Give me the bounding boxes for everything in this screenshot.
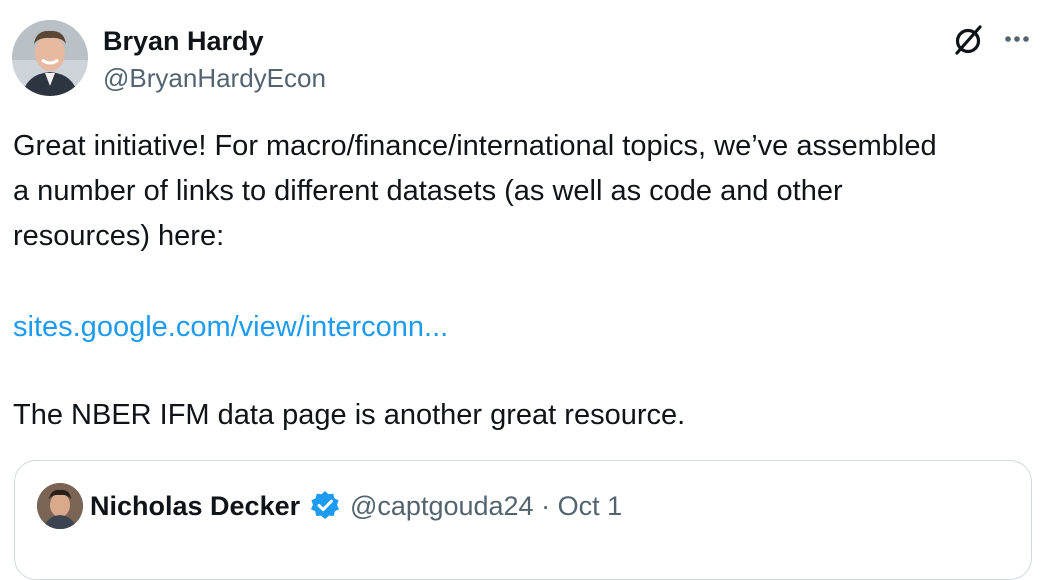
verified-badge-icon	[308, 489, 342, 523]
quoted-date[interactable]: Oct 1	[558, 491, 623, 521]
author-name[interactable]: Bryan Hardy	[103, 24, 264, 58]
tweet-text-line: a number of links to different datasets …	[13, 175, 843, 207]
quoted-meta: @captgouda24 · Oct 1	[350, 489, 622, 523]
tweet: Bryan Hardy @BryanHardyEcon Great initia…	[0, 0, 1046, 580]
quoted-tweet-card[interactable]: Nicholas Decker @captgouda24 · Oct 1	[14, 460, 1032, 580]
quoted-author-avatar[interactable]	[37, 483, 83, 529]
tweet-text-line: resources) here:	[13, 220, 225, 252]
more-options-icon[interactable]	[998, 24, 1036, 56]
grok-icon[interactable]	[950, 22, 986, 58]
quoted-author-name[interactable]: Nicholas Decker	[90, 489, 300, 523]
author-avatar[interactable]	[12, 20, 88, 96]
meta-separator: ·	[541, 491, 551, 521]
author-handle[interactable]: @BryanHardyEcon	[103, 61, 326, 95]
tweet-link[interactable]: sites.google.com/view/interconn...	[13, 305, 448, 350]
author-avatar-image	[12, 20, 88, 96]
tweet-text-line: Great initiative! For macro/finance/inte…	[13, 130, 937, 162]
tweet-closing-text: The NBER IFM data page is another great …	[13, 399, 686, 431]
tweet-text: Great initiative! For macro/finance/inte…	[13, 124, 1038, 259]
quoted-author-handle[interactable]: @captgouda24	[350, 491, 534, 521]
